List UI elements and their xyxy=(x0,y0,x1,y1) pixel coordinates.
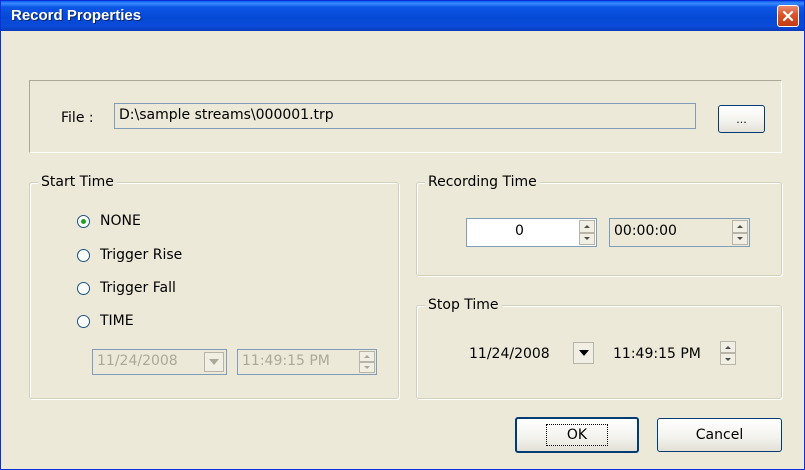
file-path-field[interactable]: D:\sample streams\000001.trp xyxy=(114,103,696,129)
start-time-picker[interactable]: 11:49:15 PM xyxy=(237,349,377,375)
radio-trigger-rise-label: Trigger Rise xyxy=(100,247,183,263)
spin-up-icon xyxy=(725,345,731,349)
stop-time-value: 11:49:15 PM xyxy=(613,346,701,362)
recording-duration-spinner[interactable] xyxy=(732,220,748,245)
radio-none[interactable] xyxy=(77,215,90,228)
spin-down-icon xyxy=(584,237,590,241)
window-title: Record Properties xyxy=(11,7,142,24)
spin-down-icon xyxy=(725,357,731,361)
spin-up-button[interactable] xyxy=(359,351,375,362)
radio-trigger-fall-label: Trigger Fall xyxy=(100,280,176,296)
start-date-value: 11/24/2008 xyxy=(97,353,178,369)
chevron-down-icon xyxy=(209,359,219,365)
start-time-value: 11:49:15 PM xyxy=(242,353,330,369)
spin-up-icon xyxy=(737,224,743,228)
stop-time-label: Stop Time xyxy=(425,297,502,313)
title-bar[interactable]: Record Properties xyxy=(1,1,804,31)
ok-button-label: OK xyxy=(545,424,609,446)
start-time-label: Start Time xyxy=(38,174,117,190)
file-label: File : xyxy=(61,110,94,126)
radio-none-label: NONE xyxy=(100,213,141,229)
spin-up-button[interactable] xyxy=(732,220,748,233)
spin-down-button[interactable] xyxy=(579,232,595,245)
spin-down-icon xyxy=(364,366,370,369)
recording-count-value: 0 xyxy=(515,223,524,239)
recording-count-field[interactable]: 0 xyxy=(466,218,597,247)
spin-down-icon xyxy=(737,237,743,241)
spin-down-button[interactable] xyxy=(732,232,748,245)
close-button[interactable] xyxy=(777,5,799,27)
start-time-spinner[interactable] xyxy=(359,351,375,373)
radio-time-label: TIME xyxy=(100,313,134,329)
cancel-button[interactable]: Cancel xyxy=(657,418,782,452)
stop-date-dropdown-button[interactable] xyxy=(573,342,594,364)
spin-down-button[interactable] xyxy=(359,362,375,373)
start-time-group: Start Time NONE Trigger Rise Trigger Fal… xyxy=(29,174,399,399)
recording-count-spinner[interactable] xyxy=(579,220,595,245)
record-properties-dialog: Record Properties File : D:\sample strea… xyxy=(0,0,805,470)
recording-duration-field[interactable]: 00:00:00 xyxy=(609,218,750,247)
stop-time-group: Stop Time 11/24/2008 11:49:15 PM xyxy=(416,297,782,399)
radio-time[interactable] xyxy=(77,315,90,328)
stop-date-value: 11/24/2008 xyxy=(469,346,550,362)
radio-trigger-fall[interactable] xyxy=(77,282,90,295)
spin-up-button[interactable] xyxy=(720,341,736,353)
ok-button[interactable]: OK xyxy=(515,417,639,453)
file-panel: File : D:\sample streams\000001.trp ... xyxy=(29,80,782,153)
start-date-dropdown-button[interactable] xyxy=(204,352,224,372)
chevron-down-icon xyxy=(578,350,589,356)
spin-down-button[interactable] xyxy=(720,353,736,365)
recording-time-group: Recording Time 0 00:00:00 xyxy=(416,174,782,276)
spin-up-icon xyxy=(584,224,590,228)
radio-trigger-rise[interactable] xyxy=(77,249,90,262)
recording-duration-value: 00:00:00 xyxy=(614,223,677,239)
spin-up-icon xyxy=(364,355,370,358)
spin-up-button[interactable] xyxy=(579,220,595,233)
recording-time-label: Recording Time xyxy=(425,174,540,190)
start-date-picker[interactable]: 11/24/2008 xyxy=(92,349,227,375)
browse-button[interactable]: ... xyxy=(718,105,765,133)
close-icon xyxy=(782,10,794,22)
stop-time-spinner[interactable] xyxy=(720,341,736,365)
